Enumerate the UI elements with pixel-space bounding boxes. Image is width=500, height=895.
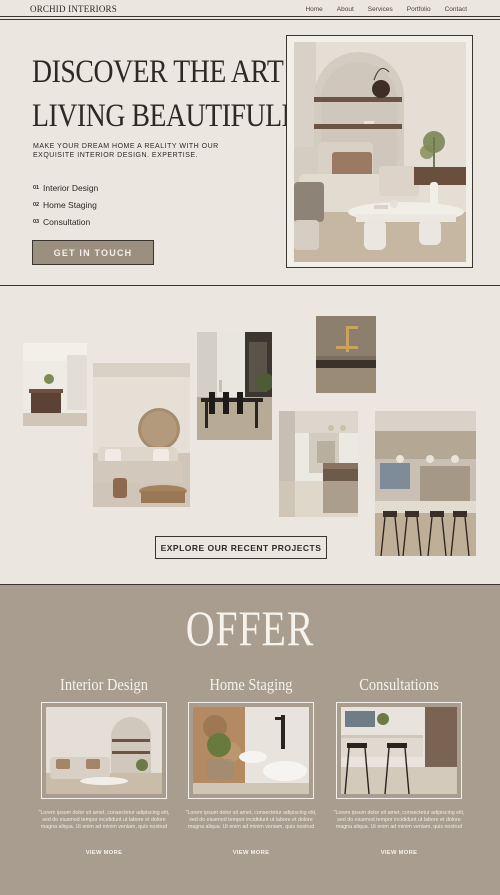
nav-home[interactable]: Home [305,6,322,13]
view-more-link-consultations[interactable]: VIEW MORE [329,850,469,856]
service-label: Home Staging [43,199,97,210]
project-image-kitchen-stools[interactable] [375,411,476,556]
card-image-frame[interactable] [336,702,462,799]
hero-subtitle: MAKE YOUR DREAM HOME A REALITY WITH OUR … [33,143,219,159]
card-description: "Lorem ipsum dolor sit amet, consectetur… [333,810,465,830]
service-label: Consultation [43,216,91,227]
hero-title-line2: LIVING BEAUTIFULLY. [32,98,318,134]
services-list: 01 Interior Design 02 Home Staging 03 Consu… [33,179,98,230]
top-nav: ORCHID INTERIORS Home About Services Por… [0,0,500,21]
nav-divider [0,19,500,20]
hero-title-line1: DISCOVER THE ART OF [32,54,324,90]
card-image-consultations [341,707,457,794]
project-image-living-room[interactable] [93,363,190,507]
nav-about[interactable]: About [337,6,354,13]
nav-portfolio[interactable]: Portfolio [407,6,431,13]
get-in-touch-button[interactable]: GET IN TOUCH [32,240,154,265]
project-image-marble-kitchen[interactable] [279,411,358,517]
view-more-link-home-staging[interactable]: VIEW MORE [181,850,321,856]
project-image-bathroom-faucet[interactable] [316,316,376,393]
project-image-dining-room[interactable] [197,332,272,440]
card-image-frame[interactable] [41,702,167,799]
hero-living-room-image [294,42,466,262]
card-title-consultations: Consultations [359,675,439,694]
card-image-home-staging [193,707,309,794]
service-number: 02 [33,201,40,208]
explore-projects-button[interactable]: EXPLORE OUR RECENT PROJECTS [155,536,327,559]
section-divider [0,285,500,286]
nav-divider [0,16,500,17]
offer-title: OFFER [185,600,315,656]
view-more-link-interior-design[interactable]: VIEW MORE [34,850,174,856]
logo[interactable]: ORCHID INTERIORS [30,4,117,14]
hero-image-frame [286,35,473,268]
project-image-kitchen-island[interactable] [23,343,87,426]
card-image-frame[interactable] [188,702,314,799]
card-title-interior-design: Interior Design [60,675,148,694]
service-number: 01 [33,184,40,191]
service-item[interactable]: 03 Consultation [33,213,98,230]
hero-title: DISCOVER THE ART OF LIVING BEAUTIFULLY. [32,50,324,138]
service-item[interactable]: 01 Interior Design [33,179,98,196]
card-description: "Lorem ipsum dolor sit amet, consectetur… [185,810,317,830]
nav-contact[interactable]: Contact [445,6,467,13]
card-image-interior-design [46,707,162,794]
card-title-home-staging: Home Staging [209,675,293,694]
service-number: 03 [33,218,40,225]
service-label: Interior Design [43,182,99,193]
nav-menu: Home About Services Portfolio Contact [305,6,467,13]
service-item[interactable]: 02 Home Staging [33,196,98,213]
offer-section: OFFER Interior Design Home Staging Consu… [0,585,500,895]
card-description: "Lorem ipsum dolor sit amet, consectetur… [38,810,170,830]
nav-services[interactable]: Services [368,6,393,13]
